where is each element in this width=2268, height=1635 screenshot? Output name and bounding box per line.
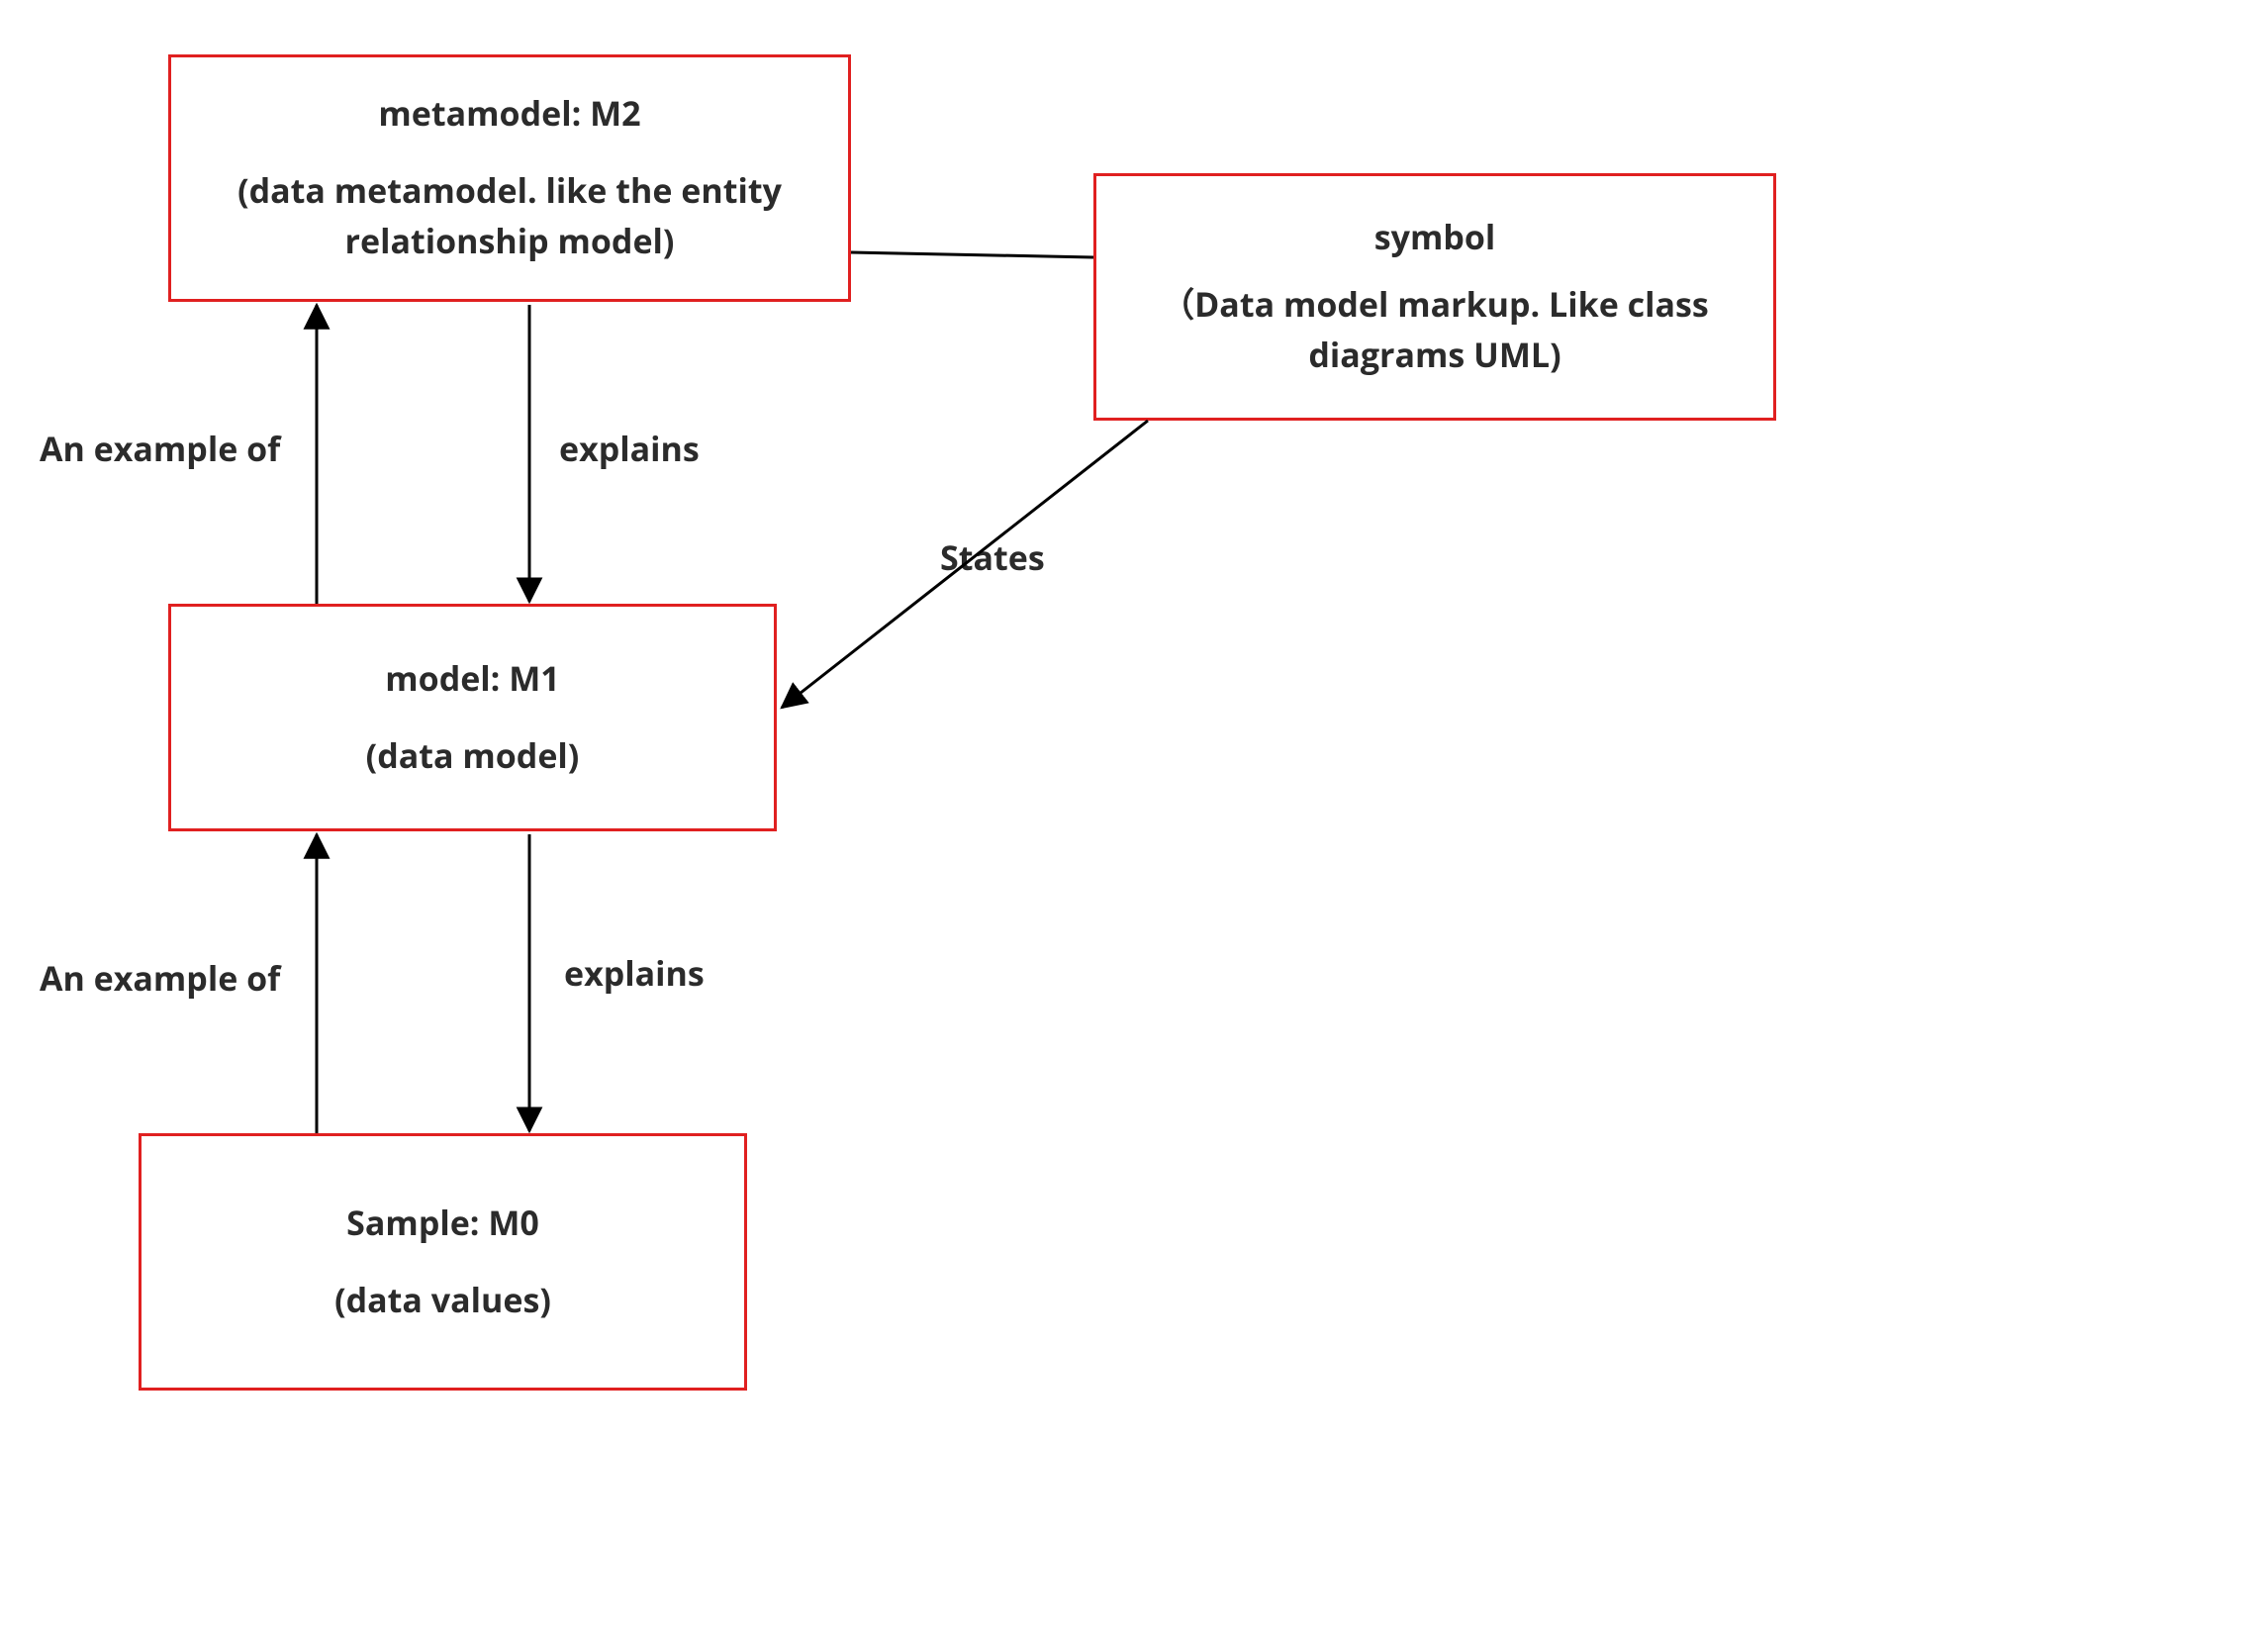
label-example-m0-m1: An example of (40, 955, 280, 1001)
box-m1-title: model: M1 (385, 655, 559, 701)
box-model-m1: model: M1 (data model) (168, 604, 777, 831)
box-m2-title: metamodel: M2 (378, 90, 640, 136)
box-m1-subtitle: (data model) (366, 730, 580, 781)
edge-m2-symbol (851, 252, 1093, 257)
box-m0-subtitle: (data values) (334, 1275, 551, 1325)
box-metamodel-m2: metamodel: M2 (data metamodel. like the … (168, 54, 851, 302)
label-example-m1-m2: An example of (40, 426, 280, 471)
diagram-canvas: metamodel: M2 (data metamodel. like the … (0, 0, 2268, 1635)
label-explains-m1-m0: explains (564, 950, 705, 996)
box-m0-title: Sample: M0 (346, 1200, 539, 1245)
box-sample-m0: Sample: M0 (data values) (139, 1133, 747, 1391)
label-states: States (940, 534, 1045, 580)
label-explains-m2-m1: explains (559, 426, 700, 471)
box-symbol-subtitle: （Data model markup. Like class diagrams … (1126, 279, 1744, 380)
box-symbol: symbol （Data model markup. Like class di… (1093, 173, 1776, 421)
box-symbol-title: symbol (1374, 214, 1496, 259)
box-m2-subtitle: (data metamodel. like the entity relatio… (201, 165, 818, 266)
